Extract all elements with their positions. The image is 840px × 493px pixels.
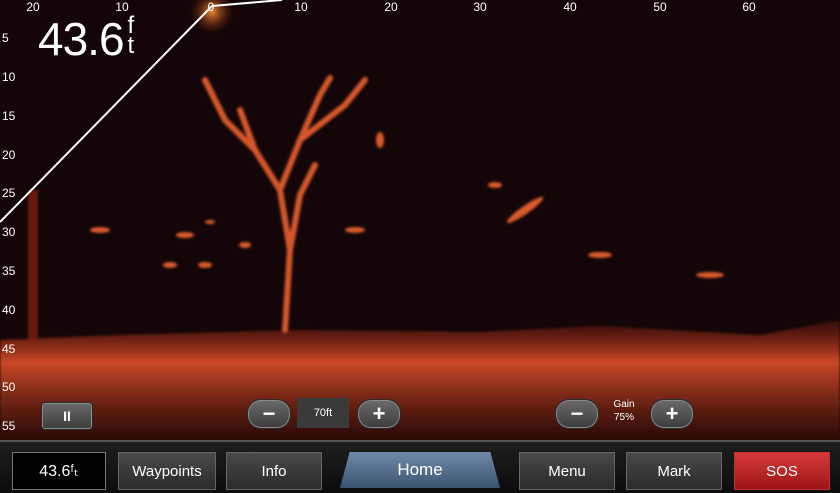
top-axis-tick: 50 — [653, 0, 667, 14]
top-axis-tick: 40 — [563, 0, 577, 14]
top-axis-tick: 60 — [742, 0, 756, 14]
waypoints-button[interactable]: Waypoints — [118, 452, 216, 490]
mark-button[interactable]: Mark — [626, 452, 722, 490]
top-axis-tick: 30 — [473, 0, 487, 14]
left-axis-tick: 50 — [2, 380, 16, 394]
menu-button[interactable]: Menu — [519, 452, 615, 490]
depth-readout-small[interactable]: 43.6ᶠₜ — [12, 452, 106, 490]
gain-decrease-button[interactable]: − — [555, 399, 599, 429]
left-axis-tick: 40 — [2, 303, 16, 317]
top-axis-tick: 0 — [207, 0, 215, 14]
left-axis-tick: 30 — [2, 225, 16, 239]
left-axis-tick: 10 — [2, 70, 16, 84]
home-button[interactable]: Home — [340, 452, 500, 488]
depth-unit: f t — [127, 12, 135, 59]
scale-value: 70ft — [297, 398, 349, 428]
depth-value: 43.6 — [38, 13, 125, 65]
left-axis-tick: 5 — [2, 31, 9, 45]
zoom-out-button[interactable]: − — [247, 399, 291, 429]
left-axis-tick: 45 — [2, 342, 16, 356]
left-axis-tick: 20 — [2, 148, 16, 162]
zoom-in-button[interactable]: + — [357, 399, 401, 429]
bottom-toolbar: 43.6ᶠₜ Waypoints Info Home Menu Mark SOS — [0, 440, 840, 493]
gain-label: Gain — [613, 399, 635, 410]
sonar-screen: 20 10 0 10 20 30 40 50 60 5 10 15 20 25 … — [0, 0, 840, 493]
left-axis-tick: 35 — [2, 264, 16, 278]
pause-button[interactable]: II — [41, 402, 93, 430]
top-axis-tick: 20 — [384, 0, 398, 14]
gain-readout: Gain 75% — [598, 398, 650, 430]
sos-button[interactable]: SOS — [734, 452, 830, 490]
lake-bed — [0, 320, 840, 440]
sonar-view — [0, 0, 840, 440]
left-axis-tick: 25 — [2, 186, 16, 200]
left-axis-tick: 15 — [2, 109, 16, 123]
top-axis-tick: 10 — [294, 0, 308, 14]
gain-increase-button[interactable]: + — [650, 399, 694, 429]
left-axis-tick: 55 — [2, 419, 16, 433]
depth-readout-large: 43.6 f t — [38, 12, 135, 66]
info-button[interactable]: Info — [226, 452, 322, 490]
gain-value: 75% — [613, 412, 634, 423]
